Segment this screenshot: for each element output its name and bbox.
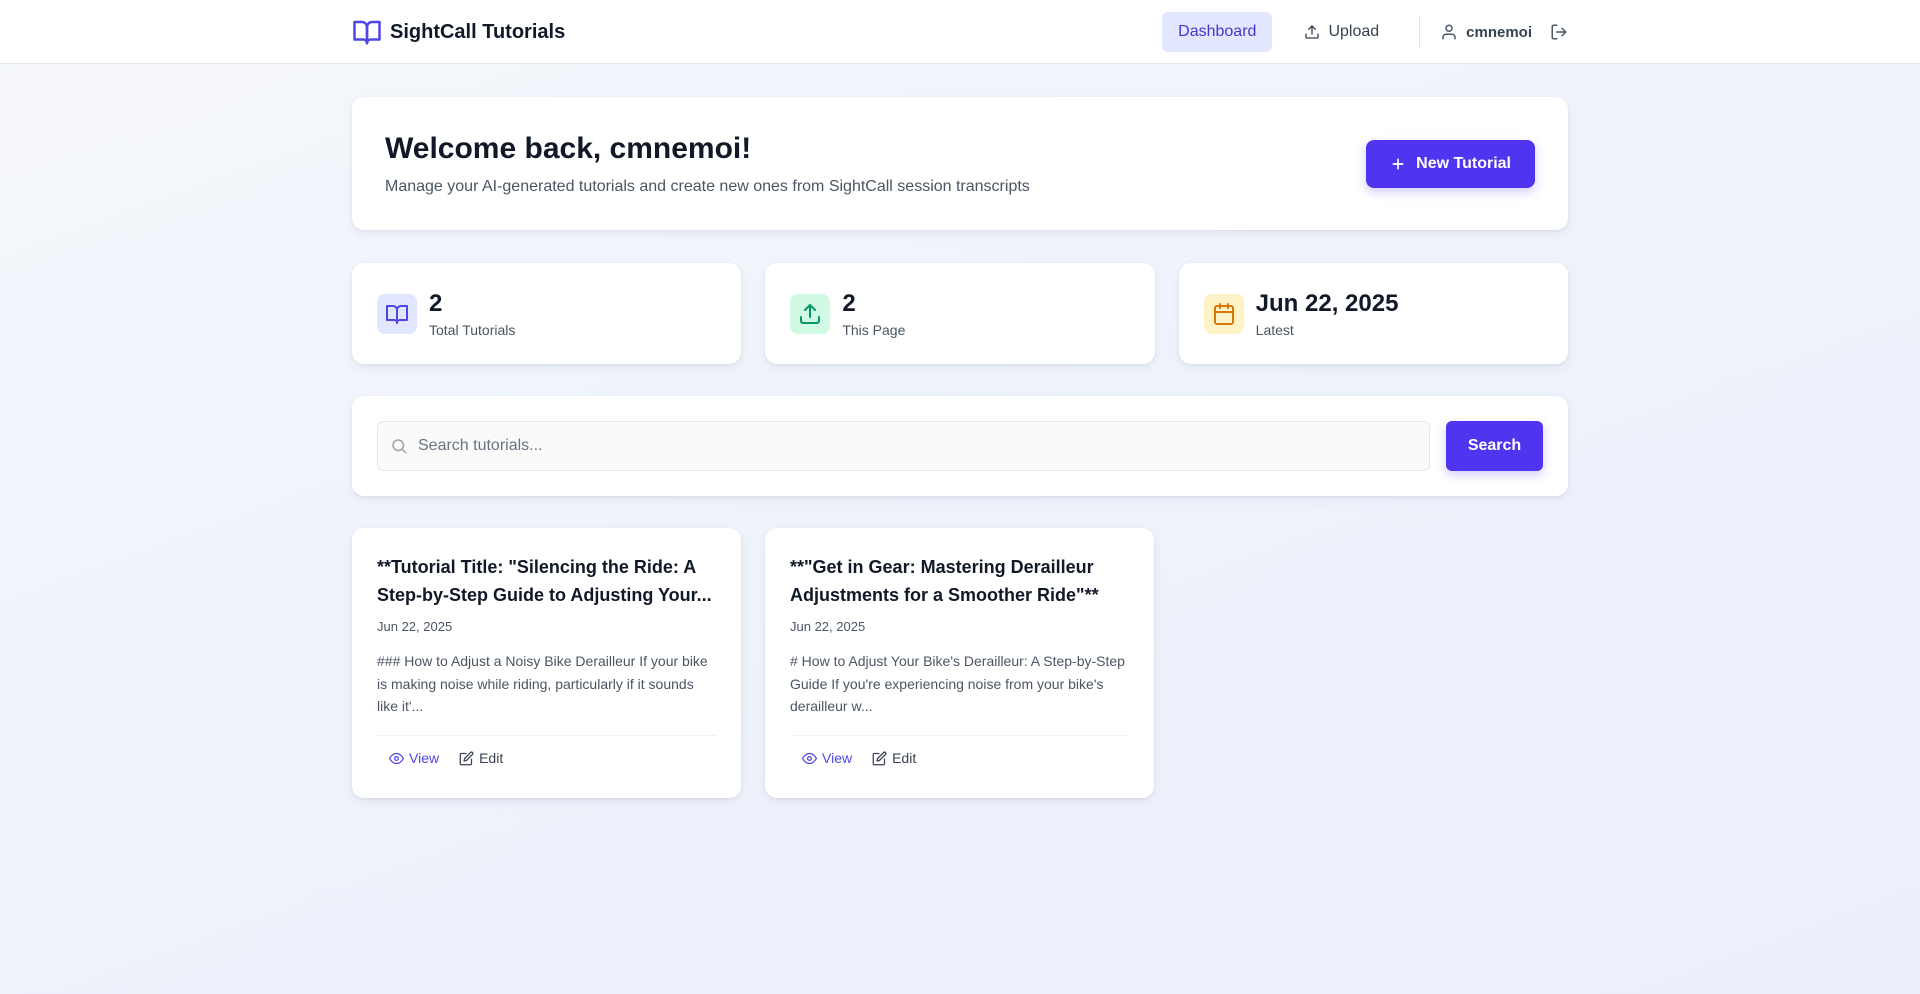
username: cmnemoi (1466, 23, 1532, 41)
nav-divider (1419, 15, 1421, 49)
stat-latest: Jun 22, 2025 Latest (1178, 263, 1568, 364)
nav-upload-label: Upload (1328, 23, 1380, 40)
stat-label: Total Tutorials (429, 321, 516, 338)
view-label: View (822, 750, 853, 766)
edit-icon (872, 751, 887, 765)
tutorial-excerpt: # How to Adjust Your Bike's Derailleur: … (790, 653, 1125, 714)
search-field[interactable] (377, 421, 1430, 471)
tutorial-card[interactable]: **Tutorial Title: "Silencing the Ride: A… (352, 528, 741, 798)
stat-total-tutorials: 2 Total Tutorials (352, 263, 742, 364)
tutorial-actions: View Edit (790, 735, 1129, 766)
calendar-icon (1203, 293, 1244, 334)
search-button[interactable]: Search (1446, 421, 1543, 471)
brand[interactable]: SightCall Tutorials (352, 17, 565, 47)
user-menu[interactable]: cmnemoi (1440, 23, 1532, 41)
welcome-subtitle: Manage your AI-generated tutorials and c… (385, 177, 1030, 195)
new-tutorial-label: New Tutorial (1416, 154, 1511, 172)
view-label: View (409, 750, 440, 766)
tutorial-date: Jun 22, 2025 (377, 619, 453, 634)
welcome-card: Welcome back, cmnemoi! Manage your AI-ge… (352, 97, 1568, 230)
main-nav: Dashboard Upload cmnemoi (1162, 12, 1568, 52)
search-icon (392, 439, 407, 454)
new-tutorial-button[interactable]: New Tutorial (1366, 139, 1535, 188)
user-icon (1442, 24, 1456, 40)
welcome-title: Welcome back, cmnemoi! (385, 131, 752, 165)
edit-label: Edit (892, 750, 917, 766)
app-name: SightCall Tutorials (390, 20, 566, 43)
book-open-icon (352, 17, 382, 47)
stat-value: 2 (429, 289, 443, 317)
stat-label: Latest (1255, 321, 1294, 338)
search-panel: Search (352, 396, 1568, 496)
nav-dashboard[interactable]: Dashboard (1162, 12, 1273, 52)
plus-icon (1392, 158, 1404, 169)
tutorial-grid: **Tutorial Title: "Silencing the Ride: A… (352, 528, 1568, 798)
stats-row: 2 Total Tutorials 2 This Page Jun 22, 20… (352, 263, 1568, 364)
eye-icon (389, 752, 404, 764)
tutorial-title[interactable]: **Tutorial Title: "Silencing the Ride: A… (377, 553, 716, 609)
logout-icon[interactable] (1550, 23, 1568, 41)
eye-icon (802, 752, 817, 764)
edit-button[interactable]: Edit (459, 750, 503, 766)
edit-icon (459, 751, 474, 765)
tutorial-title[interactable]: **"Get in Gear: Mastering Derailleur Adj… (790, 553, 1129, 609)
tutorial-excerpt: ### How to Adjust a Noisy Bike Derailleu… (377, 653, 708, 714)
nav-upload[interactable]: Upload (1288, 12, 1395, 52)
top-navbar: SightCall Tutorials Dashboard Upload cmn… (0, 0, 1920, 64)
edit-button[interactable]: Edit (872, 750, 916, 766)
tutorial-date: Jun 22, 2025 (790, 619, 866, 634)
stat-value: Jun 22, 2025 (1255, 289, 1399, 317)
upload-icon (1305, 25, 1320, 39)
stat-label: This Page (842, 321, 906, 338)
upload-icon (790, 293, 831, 334)
stat-this-page: 2 This Page (765, 263, 1155, 364)
stat-value: 2 (842, 289, 856, 317)
view-button[interactable]: View (802, 750, 852, 766)
edit-label: Edit (479, 750, 504, 766)
main-content: Welcome back, cmnemoi! Manage your AI-ge… (352, 64, 1568, 798)
view-button[interactable]: View (389, 750, 439, 766)
tutorial-card[interactable]: **"Get in Gear: Mastering Derailleur Adj… (765, 528, 1154, 798)
tutorial-actions: View Edit (377, 735, 716, 766)
search-input[interactable] (418, 437, 1417, 455)
book-icon (377, 293, 417, 334)
